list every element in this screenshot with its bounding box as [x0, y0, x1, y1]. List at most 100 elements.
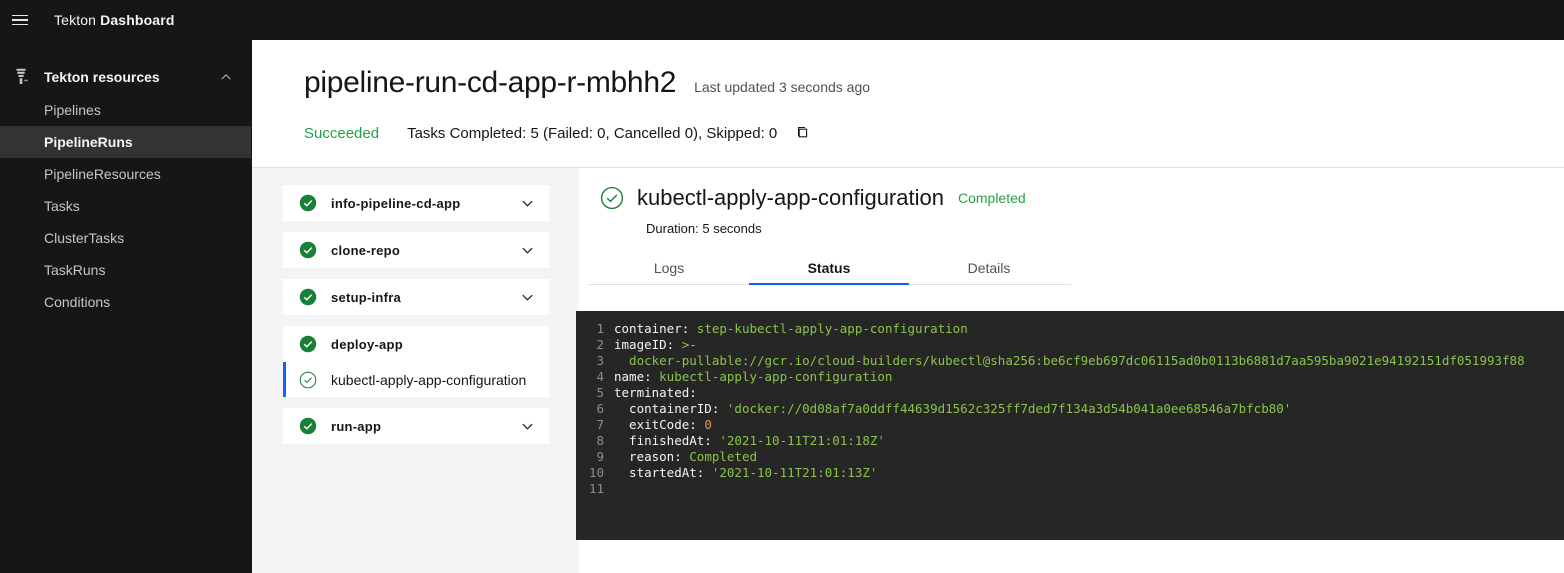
- task-row[interactable]: clone-repo: [283, 232, 549, 268]
- code-line-text: exitCode: 0: [614, 417, 712, 433]
- tab-details[interactable]: Details: [909, 253, 1069, 285]
- line-number: 11: [588, 481, 604, 496]
- code-line-text: container: step-kubectl-apply-app-config…: [614, 321, 968, 337]
- code-line: 1 container: step-kubectl-apply-app-confi…: [576, 321, 1564, 337]
- chevron-down-icon[interactable]: [520, 243, 535, 258]
- line-number: 2: [596, 337, 604, 352]
- task-name: run-app: [331, 418, 382, 434]
- code-token: container:: [614, 321, 697, 336]
- code-line-text: terminated:: [614, 385, 697, 401]
- sidebar-item-tasks[interactable]: Tasks: [0, 190, 251, 222]
- line-number: 6: [596, 401, 604, 416]
- pipelinerun-header: pipeline-run-cd-app-r-mbhh2 Last updated…: [252, 40, 1564, 168]
- code-token: name:: [614, 369, 660, 384]
- check-outline-icon: [299, 371, 317, 388]
- tab-logs[interactable]: Logs: [589, 253, 749, 285]
- code-line-text: finishedAt: '2021-10-11T21:01:18Z': [614, 433, 885, 449]
- code-token: docker-pullable://gcr.io/cloud-builders/…: [614, 353, 1525, 368]
- sidebar-item-pipelineresources[interactable]: PipelineResources: [0, 158, 251, 190]
- copy-icon[interactable]: [791, 122, 813, 144]
- check-filled-icon: [299, 335, 317, 353]
- step-detail-title-row: kubectl-apply-app-configuration Complete…: [599, 185, 1564, 211]
- code-token: terminated:: [614, 385, 697, 400]
- sidebar-section-label: Tekton resources: [44, 69, 160, 85]
- app-title-light: Tekton: [54, 12, 101, 28]
- status-yaml-code-block[interactable]: 1 container: step-kubectl-apply-app-confi…: [576, 311, 1564, 540]
- chevron-down-icon[interactable]: [520, 290, 535, 305]
- line-number: 9: [596, 449, 604, 464]
- line-number: 5: [596, 385, 604, 400]
- step-detail-title: kubectl-apply-app-configuration: [637, 185, 944, 210]
- line-number: 10: [588, 465, 604, 480]
- task-name: clone-repo: [331, 242, 401, 258]
- task-card: deploy-app kubectl-apply-app-configurati…: [283, 326, 549, 397]
- task-row[interactable]: info-pipeline-cd-app: [283, 185, 549, 221]
- step-detail-status: Completed: [957, 190, 1026, 206]
- code-line: 5 terminated:: [576, 385, 1564, 401]
- hamburger-menu-icon[interactable]: [0, 0, 40, 40]
- code-line-text: name: kubectl-apply-app-configuration: [614, 369, 892, 385]
- code-line-text: reason: Completed: [614, 449, 757, 465]
- sidebar-item-conditions[interactable]: Conditions: [0, 286, 251, 318]
- task-card: info-pipeline-cd-app: [283, 185, 549, 221]
- sidebar-section-tekton-resources[interactable]: Tekton resources: [0, 60, 251, 94]
- code-token: startedAt:: [614, 465, 712, 480]
- task-name: setup-infra: [331, 289, 402, 305]
- tasks-summary-text: Tasks Completed: 5 (Failed: 0, Cancelled…: [407, 124, 778, 142]
- page-title: pipeline-run-cd-app-r-mbhh2: [304, 66, 677, 99]
- task-card: setup-infra: [283, 279, 549, 315]
- task-card: clone-repo: [283, 232, 549, 268]
- app-title: Tekton Dashboard: [54, 12, 175, 28]
- code-line: 2 imageID: >-: [576, 337, 1564, 353]
- sidebar: Tekton resources Pipelines PipelineRuns Pi…: [0, 40, 252, 573]
- code-line-text: docker-pullable://gcr.io/cloud-builders/…: [614, 353, 1525, 369]
- check-filled-icon: [299, 417, 317, 435]
- chevron-up-icon[interactable]: [219, 70, 233, 84]
- step-detail-tabs: Logs Status Details: [589, 253, 1071, 285]
- task-card: run-app: [283, 408, 549, 444]
- chevron-down-icon[interactable]: [520, 196, 535, 211]
- code-token: reason:: [614, 449, 690, 464]
- step-detail-panel: kubectl-apply-app-configuration Complete…: [576, 168, 1564, 573]
- task-row[interactable]: deploy-app: [283, 326, 549, 362]
- code-line: 4 name: kubectl-apply-app-configuration: [576, 369, 1564, 385]
- code-token: kubectl-apply-app-configuration: [659, 369, 893, 384]
- check-filled-icon: [299, 241, 317, 259]
- step-detail-header: kubectl-apply-app-configuration Complete…: [579, 185, 1564, 236]
- line-number: 4: [596, 369, 604, 384]
- app-header: Tekton Dashboard: [0, 0, 1564, 40]
- last-updated-text: Last updated 3 seconds ago: [694, 79, 871, 95]
- code-token: Completed: [689, 449, 757, 464]
- task-row[interactable]: setup-infra: [283, 279, 549, 315]
- sidebar-item-pipelineruns[interactable]: PipelineRuns: [0, 126, 251, 158]
- line-number: 3: [596, 353, 604, 368]
- code-token: exitCode:: [614, 417, 705, 432]
- pipelinerun-status-row: Succeeded Tasks Completed: 5 (Failed: 0,…: [304, 122, 1564, 144]
- chevron-down-icon[interactable]: [520, 419, 535, 434]
- pipelinerun-title-row: pipeline-run-cd-app-r-mbhh2 Last updated…: [304, 66, 1564, 100]
- code-line: 6 containerID: 'docker://0d08af7a0ddff44…: [576, 401, 1564, 417]
- run-body: info-pipeline-cd-app clone-repo setup-in…: [252, 168, 1564, 573]
- check-filled-icon: [299, 288, 317, 306]
- sidebar-item-taskruns[interactable]: TaskRuns: [0, 254, 251, 286]
- task-list: info-pipeline-cd-app clone-repo setup-in…: [252, 168, 579, 573]
- step-row[interactable]: kubectl-apply-app-configuration: [283, 362, 549, 397]
- task-name: info-pipeline-cd-app: [331, 195, 461, 211]
- task-row[interactable]: run-app: [283, 408, 549, 444]
- code-line-text: containerID: 'docker://0d08af7a0ddff4463…: [614, 401, 1291, 417]
- code-line-text: startedAt: '2021-10-11T21:01:13Z': [614, 465, 877, 481]
- step-duration: Duration: 5 seconds: [646, 221, 762, 236]
- code-line: 11: [576, 481, 1564, 497]
- code-token: finishedAt:: [614, 433, 720, 448]
- tekton-logo-icon: [16, 68, 28, 84]
- tab-status[interactable]: Status: [749, 253, 909, 285]
- code-token: 'docker://0d08af7a0ddff44639d1562c325ff7…: [726, 401, 1292, 416]
- sidebar-item-clustertasks[interactable]: ClusterTasks: [0, 222, 251, 254]
- app-title-bold: Dashboard: [100, 12, 175, 28]
- sidebar-item-pipelines[interactable]: Pipelines: [0, 94, 251, 126]
- code-token: '2021-10-11T21:01:18Z': [719, 433, 885, 448]
- line-number: 8: [596, 433, 604, 448]
- status-badge: Succeeded: [304, 124, 380, 142]
- code-line: 9 reason: Completed: [576, 449, 1564, 465]
- main-content: pipeline-run-cd-app-r-mbhh2 Last updated…: [252, 40, 1564, 573]
